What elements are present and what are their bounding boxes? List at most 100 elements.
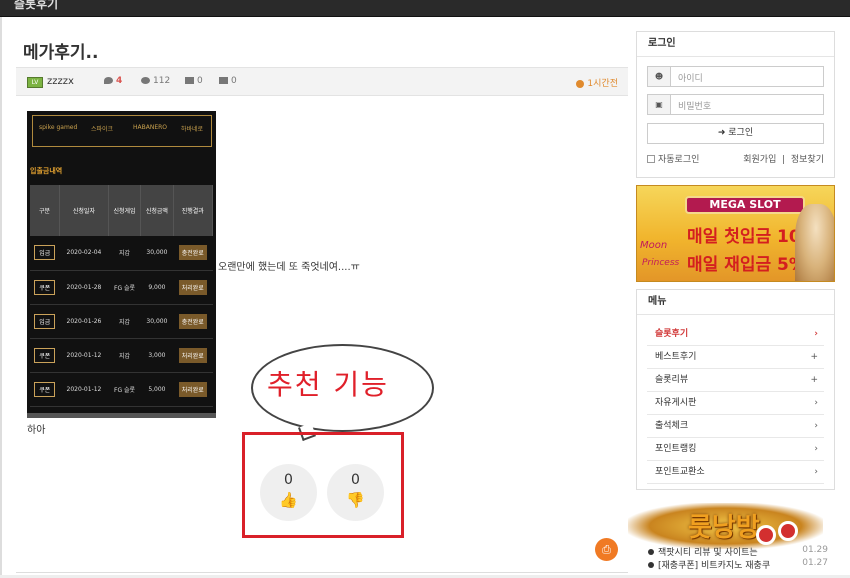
post-meta-bar: LV zzzzx 4 112 0 0 1시간전 xyxy=(16,67,628,96)
login-panel: 로그인 ☻ 아이디 ▣ 비밀번호 ➜ 로그인 자동로그인 회원가입 | 정보찾기 xyxy=(636,31,835,178)
table-cell-type: 쿠폰 xyxy=(30,338,60,373)
auto-login-checkbox[interactable]: 자동로그인 xyxy=(647,152,699,165)
column-header: 신청일자 xyxy=(59,185,109,236)
history-title: 입출금내역 xyxy=(30,167,63,175)
table-cell-game: FG 슬롯 xyxy=(108,372,141,407)
menu-item[interactable]: 슬롯후기 › xyxy=(647,323,824,346)
not-recommend-count: 0 xyxy=(351,472,360,488)
lock-icon: ▣ xyxy=(648,95,671,114)
menu-item[interactable]: 포인트교환소 › xyxy=(647,461,824,484)
left-divider xyxy=(0,17,2,578)
banner-line-2: 매일 재입금 5% xyxy=(687,255,806,275)
password-field[interactable]: ▣ 비밀번호 xyxy=(647,94,824,115)
column-header: 신청게임 xyxy=(108,185,142,236)
recommend-button[interactable]: 0 👍 xyxy=(260,464,317,521)
bullet-icon xyxy=(648,549,654,555)
table-cell-status: 처리완료 xyxy=(173,372,213,407)
thumbs-up-small-icon xyxy=(185,77,194,84)
author-name[interactable]: zzzzx xyxy=(47,76,74,87)
thumbs-down-icon: 👎 xyxy=(346,491,365,509)
board-title: 슬롯후기 xyxy=(14,0,59,11)
user-icon: ☻ xyxy=(648,67,671,86)
menu-list: 슬롯후기 › 베스트후기 + 슬롯리뷰 + 자유게시판 › 출석체크 › 포인트랭킹 › 포인트교환소 › xyxy=(637,315,834,484)
table-cell-game: 지갑 xyxy=(108,338,141,373)
chevron-right-icon: + xyxy=(810,352,818,362)
content-divider xyxy=(16,572,628,573)
not-recommend-button[interactable]: 0 👎 xyxy=(327,464,384,521)
post-time: 1시간전 xyxy=(576,76,618,89)
upvote-count: 0 xyxy=(185,76,203,86)
post-image: spike gamed 스파이크 HABANERO 하바네로 입출금내역 구분 … xyxy=(27,111,216,418)
table-cell-type: 쿠폰 xyxy=(30,372,60,407)
zeus-figure-image xyxy=(795,204,834,281)
table-cell-status: 충전완료 xyxy=(173,304,213,339)
tile-label: spike gamed xyxy=(39,124,78,131)
table-row: 입금 2020-02-04 지갑 30,000 충전완료 xyxy=(30,236,213,271)
clock-icon xyxy=(576,79,585,88)
menu-item[interactable]: 베스트후기 + xyxy=(647,346,824,369)
latest-item[interactable]: [재충쿠폰] 비트카지노 재충쿠 01.27 xyxy=(648,558,828,571)
print-icon: ⎙ xyxy=(602,543,611,556)
moon-princess-logo-2: Princess xyxy=(642,258,680,268)
recommend-count: 0 xyxy=(284,472,293,488)
table-cell-status: 처리완료 xyxy=(173,270,213,305)
comment-count: 4 xyxy=(104,76,122,86)
table-cell-type: 입금 xyxy=(30,304,60,339)
chevron-right-icon: › xyxy=(814,329,818,339)
provider-tiles: spike gamed 스파이크 HABANERO 하바네로 xyxy=(32,115,212,147)
chevron-right-icon: › xyxy=(814,398,818,408)
table-cell-amount: 30,000 xyxy=(140,304,174,339)
image-scroll-strip xyxy=(27,413,216,418)
moon-princess-logo: Moon xyxy=(640,240,668,251)
chevron-right-icon: › xyxy=(814,467,818,477)
promo-text: 룻낭방 xyxy=(688,513,760,543)
menu-item[interactable]: 자유게시판 › xyxy=(647,392,824,415)
comment-icon xyxy=(104,77,113,84)
column-header: 신청금액 xyxy=(140,185,174,236)
menu-panel: 메뉴 슬롯후기 › 베스트후기 + 슬롯리뷰 + 자유게시판 › 출석체크 › 포인트랭킹 › 포인트교… xyxy=(636,289,835,490)
promo-floating-image[interactable]: 룻낭방 xyxy=(628,487,823,552)
login-links: 회원가입 | 정보찾기 xyxy=(743,155,824,165)
downvote-count: 0 xyxy=(219,76,237,86)
history-table: 구분 신청일자 신청게임 신청금액 진행결과 입금 2020-02-04 지갑 30,… xyxy=(30,185,214,407)
menu-item[interactable]: 포인트랭킹 › xyxy=(647,438,824,461)
join-link[interactable]: 회원가입 xyxy=(743,155,776,165)
sign-in-icon: ➜ xyxy=(717,128,729,138)
table-cell-amount: 30,000 xyxy=(140,236,174,271)
bullet-icon xyxy=(648,562,654,568)
table-cell-amount: 5,000 xyxy=(140,372,174,407)
print-button[interactable]: ⎙ xyxy=(595,538,618,561)
menu-item[interactable]: 출석체크 › xyxy=(647,415,824,438)
table-cell-date: 2020-01-12 xyxy=(59,338,109,373)
menu-title: 메뉴 xyxy=(637,290,834,315)
menu-item[interactable]: 슬롯리뷰 + xyxy=(647,369,824,392)
latest-item[interactable]: 잭팟시티 리뷰 및 사이트는 01.29 xyxy=(648,545,828,558)
post-body-text-2: 하아 xyxy=(27,425,46,436)
column-header: 구분 xyxy=(30,185,60,236)
table-cell-game: 지갑 xyxy=(108,236,141,271)
id-field[interactable]: ☻ 아이디 xyxy=(647,66,824,87)
table-cell-amount: 9,000 xyxy=(140,270,174,305)
table-cell-game: FG 슬롯 xyxy=(108,270,141,305)
mega-slot-banner[interactable]: MEGA SLOT 매일 첫입금 10% 매일 재입금 5% Moon Prin… xyxy=(636,185,835,282)
table-cell-status: 처리완료 xyxy=(173,338,213,373)
top-header: 슬롯후기 xyxy=(0,0,850,17)
chevron-right-icon: › xyxy=(814,444,818,454)
table-row: 쿠폰 2020-01-12 FG 슬롯 5,000 처리완료 xyxy=(30,372,213,407)
table-cell-amount: 3,000 xyxy=(140,338,174,373)
find-info-link[interactable]: 정보찾기 xyxy=(791,155,824,165)
table-cell-type: 쿠폰 xyxy=(30,270,60,305)
table-row: 입금 2020-01-26 지갑 30,000 충전완료 xyxy=(30,304,213,339)
post-body-text: 오랜만에 했는데 또 죽엇네여....ㅠ xyxy=(218,262,360,273)
login-button[interactable]: ➜ 로그인 xyxy=(647,123,824,144)
thumbs-down-small-icon xyxy=(219,77,228,84)
mega-slot-logo: MEGA SLOT xyxy=(685,196,805,214)
table-row: 쿠폰 2020-01-28 FG 슬롯 9,000 처리완료 xyxy=(30,270,213,305)
checkbox-icon xyxy=(647,155,655,163)
tile-label: 하바네로 xyxy=(181,126,204,133)
bubble-text: 추천 기능 xyxy=(267,368,389,401)
table-cell-game: 지갑 xyxy=(108,304,141,339)
tile-label: HABANERO xyxy=(133,124,168,131)
eye-icon xyxy=(141,77,150,84)
level-badge: LV xyxy=(27,77,43,88)
